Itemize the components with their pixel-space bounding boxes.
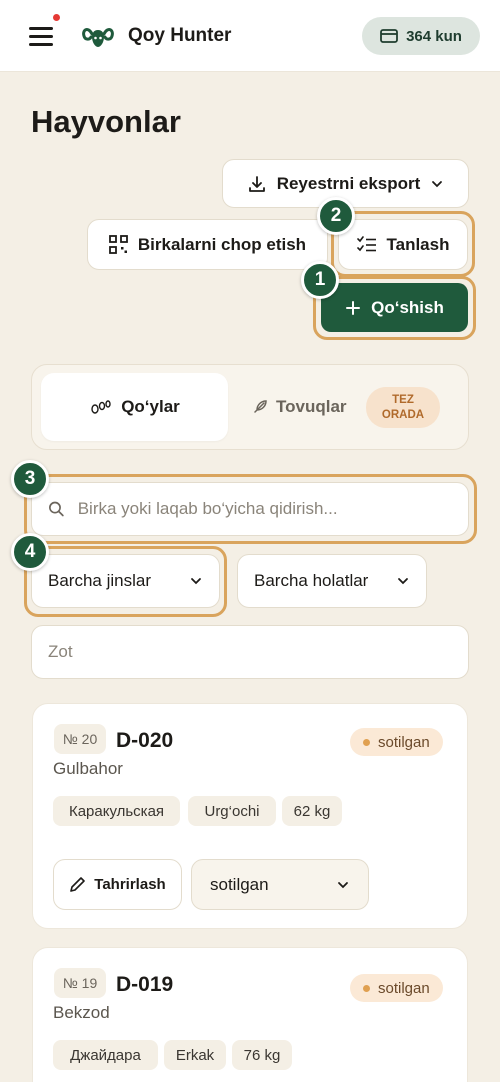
plus-icon	[346, 300, 361, 315]
pencil-icon	[70, 877, 86, 892]
status-badge-label: sotilgan	[378, 733, 430, 751]
status-filter-value: Barcha holatlar	[254, 571, 369, 590]
guide-badge-4: 4	[11, 533, 49, 571]
feather-icon	[254, 400, 267, 413]
guide-badge-1: 1	[301, 261, 339, 299]
add-animal-button[interactable]: Qo‘shish	[321, 283, 468, 332]
tab-sheep[interactable]: Qo‘ylar	[41, 373, 228, 441]
animal-card[interactable]: № 20 D-020 Gulbahor sotilgan Каракульска…	[32, 703, 468, 929]
checklist-icon	[356, 235, 376, 251]
guide-badge-2: 2	[317, 197, 355, 235]
tab-chickens-label: Tovuqlar	[276, 397, 347, 416]
notification-dot	[53, 14, 60, 21]
qr-code-icon	[109, 235, 128, 254]
add-animal-label: Qo‘shish	[371, 297, 444, 317]
edit-button-label: Tahrirlash	[94, 876, 166, 893]
animal-tag-id: D-019	[116, 973, 174, 996]
animal-card[interactable]: № 19 D-019 Bekzod sotilgan Джайдара Erka…	[32, 947, 468, 1082]
chevron-down-icon	[191, 578, 201, 585]
edit-button[interactable]: Tahrirlash	[53, 859, 182, 910]
search-icon	[49, 501, 64, 517]
search-input[interactable]	[77, 499, 468, 519]
weight-chip: 76 kg	[232, 1040, 292, 1070]
status-dot	[363, 738, 370, 746]
sex-filter-select[interactable]: Barcha jinslar	[31, 554, 220, 608]
animal-status-select[interactable]: sotilgan	[191, 859, 369, 910]
chevron-down-icon	[338, 881, 348, 888]
coming-soon-badge: TEZ ORADA	[366, 387, 440, 428]
weight-chip: 62 kg	[282, 796, 342, 826]
sex-chip: Urg‘ochi	[188, 796, 276, 826]
animal-status-select-value: sotilgan	[210, 874, 269, 894]
status-badge: sotilgan	[350, 728, 443, 756]
subscription-balance-badge[interactable]: 364 kun	[362, 17, 480, 55]
breed-input[interactable]	[48, 642, 468, 662]
coming-soon-line2: ORADA	[381, 408, 425, 421]
status-badge: sotilgan	[350, 974, 443, 1002]
breed-filter-field[interactable]	[31, 625, 469, 679]
wallet-card-icon	[380, 29, 398, 43]
app-title: Qoy Hunter	[128, 25, 232, 46]
page-title: Hayvonlar	[31, 104, 181, 139]
hamburger-menu-icon[interactable]	[28, 24, 54, 48]
status-dot	[363, 984, 370, 992]
balance-text: 364 kun	[406, 27, 462, 45]
animal-nickname: Gulbahor	[53, 759, 123, 778]
tab-sheep-label: Qo‘ylar	[121, 397, 180, 416]
animal-number: № 19	[54, 968, 106, 998]
select-button[interactable]: Tanlash	[338, 219, 468, 270]
breed-chip: Джайдара	[53, 1040, 158, 1070]
coming-soon-line1: TEZ	[392, 393, 414, 406]
chevron-down-icon	[432, 180, 443, 187]
animal-number: № 20	[54, 724, 106, 754]
download-icon	[248, 175, 265, 192]
sex-chip: Erkak	[164, 1040, 226, 1070]
export-registry-label: Reyestrni eksport	[276, 173, 421, 193]
status-filter-select[interactable]: Barcha holatlar	[237, 554, 427, 608]
animal-type-tabs: Qo‘ylar Tovuqlar TEZ ORADA	[31, 364, 469, 450]
status-badge-label: sotilgan	[378, 979, 430, 997]
animal-nickname: Bekzod	[53, 1003, 110, 1022]
sex-filter-value: Barcha jinslar	[48, 571, 151, 590]
search-field[interactable]	[31, 482, 469, 536]
top-bar: Qoy Hunter 364 kun	[0, 0, 500, 72]
sheep-icon	[91, 400, 111, 414]
ram-head-logo-icon	[82, 28, 114, 47]
print-tags-label: Birkalarni chop etish	[137, 234, 307, 254]
select-label: Tanlash	[386, 234, 450, 254]
chevron-down-icon	[398, 578, 408, 585]
guide-badge-3: 3	[11, 460, 49, 498]
print-tags-button[interactable]: Birkalarni chop etish	[87, 219, 328, 270]
animal-tag-id: D-020	[116, 729, 174, 752]
breed-chip: Каракульская	[53, 796, 180, 826]
